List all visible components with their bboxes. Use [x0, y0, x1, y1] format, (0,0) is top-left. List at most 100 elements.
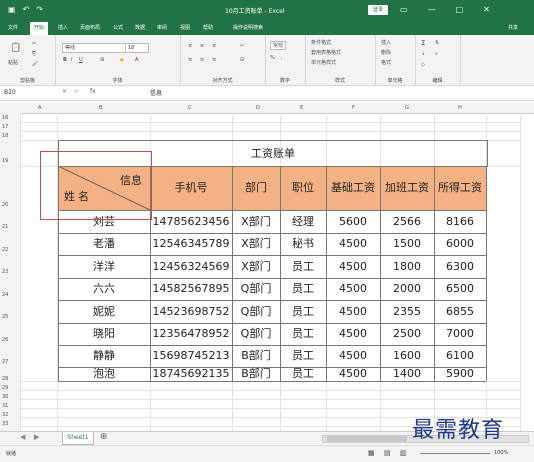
tab-review[interactable]: 审阅: [157, 24, 167, 31]
cell-phone[interactable]: 14785623456: [150, 210, 232, 233]
row-header[interactable]: 26: [2, 337, 8, 343]
cell-name[interactable]: 泡泡: [58, 367, 150, 381]
tell-me-search[interactable]: 操作说明搜索: [233, 24, 263, 31]
tab-formulas[interactable]: 公式: [113, 24, 123, 31]
cell-dept[interactable]: B部门: [232, 367, 280, 381]
insert-cells-button[interactable]: 插入: [381, 39, 391, 46]
cell-dept[interactable]: Q部门: [232, 278, 280, 300]
enter-icon[interactable]: ✓: [74, 88, 79, 95]
normal-view-icon[interactable]: ▦: [368, 449, 375, 457]
col-header-h[interactable]: H: [458, 105, 462, 111]
cell-phone[interactable]: 12456324569: [150, 255, 232, 278]
cell-dept[interactable]: B部门: [232, 345, 280, 367]
redo-icon[interactable]: ↷: [36, 5, 43, 14]
cell-position[interactable]: 员工: [280, 323, 326, 345]
comma-icon[interactable]: ,: [281, 55, 283, 61]
align-middle-icon[interactable]: ≡: [200, 43, 204, 49]
col-header-g[interactable]: G: [405, 105, 409, 111]
cell-styles-button[interactable]: 单元格样式: [311, 59, 336, 66]
zoom-level[interactable]: 100%: [494, 450, 508, 456]
cancel-icon[interactable]: ✕: [62, 88, 67, 95]
cell-base-salary[interactable]: 4500: [326, 255, 380, 278]
cell-overtime[interactable]: 2500: [380, 323, 434, 345]
cell-dept[interactable]: X部门: [232, 210, 280, 233]
minimize-icon[interactable]: —: [428, 5, 436, 14]
cell-position[interactable]: 员工: [280, 255, 326, 278]
cell-base-salary[interactable]: 4500: [326, 323, 380, 345]
row-header[interactable]: 28: [2, 376, 8, 382]
border-icon[interactable]: ⊞: [100, 57, 104, 63]
number-format-select[interactable]: 常规: [270, 41, 287, 50]
align-left-icon[interactable]: ≡: [188, 57, 192, 63]
align-bottom-icon[interactable]: ≡: [212, 43, 216, 49]
header-total[interactable]: 所得工资: [434, 166, 486, 210]
header-overtime[interactable]: 加班工资: [380, 166, 434, 210]
format-as-table-button[interactable]: 套用表格格式: [311, 49, 341, 56]
italic-button[interactable]: I: [71, 57, 72, 63]
cell-dept[interactable]: X部门: [232, 233, 280, 255]
conditional-format-button[interactable]: 条件格式: [311, 39, 331, 46]
formula-input[interactable]: 信息: [150, 88, 162, 97]
page-layout-view-icon[interactable]: ▤: [384, 449, 391, 457]
paste-label[interactable]: 粘贴: [8, 59, 18, 66]
cell-phone[interactable]: 12356478952: [150, 323, 232, 345]
cut-icon[interactable]: ✂: [32, 41, 36, 47]
tab-help[interactable]: 帮助: [203, 24, 213, 31]
cell-phone[interactable]: 15698745213: [150, 345, 232, 367]
row-header[interactable]: 22: [2, 247, 8, 253]
merge-center-icon[interactable]: ⊟: [240, 57, 244, 63]
header-phone[interactable]: 手机号: [150, 166, 232, 210]
cell-total[interactable]: 8166: [434, 210, 486, 233]
cell-base-salary[interactable]: 4500: [326, 233, 380, 255]
row-header[interactable]: 23: [2, 269, 8, 275]
row-header[interactable]: 32: [2, 412, 8, 418]
row-header[interactable]: 16: [2, 115, 8, 121]
cell-total[interactable]: 6000: [434, 233, 486, 255]
font-size-select[interactable]: 18: [125, 43, 149, 53]
find-icon[interactable]: ⌕: [435, 51, 438, 57]
col-header-f[interactable]: F: [352, 105, 355, 111]
cell-overtime[interactable]: 2355: [380, 300, 434, 323]
scrollbar-thumb[interactable]: [327, 436, 407, 442]
cell-phone[interactable]: 14523698752: [150, 300, 232, 323]
cell-position[interactable]: 员工: [280, 345, 326, 367]
cell-name[interactable]: 洋洋: [58, 255, 150, 278]
row-header[interactable]: 24: [2, 292, 8, 298]
share-button[interactable]: 共享: [508, 24, 518, 31]
cell-position[interactable]: 秘书: [280, 233, 326, 255]
cell-position[interactable]: 员工: [280, 300, 326, 323]
fx-icon[interactable]: fx: [90, 88, 96, 95]
sheet-tab-sheet1[interactable]: Sheet1: [62, 432, 94, 445]
paste-icon[interactable]: 📋: [10, 43, 21, 53]
fill-icon[interactable]: ↓: [421, 51, 425, 57]
cell-name[interactable]: 晓阳: [58, 323, 150, 345]
row-header[interactable]: 31: [2, 403, 8, 409]
cell-total[interactable]: 6855: [434, 300, 486, 323]
tab-insert[interactable]: 插入: [58, 24, 68, 31]
wrap-text-icon[interactable]: ↵: [240, 43, 244, 49]
cell-total[interactable]: 6500: [434, 278, 486, 300]
clear-icon[interactable]: ◇: [421, 62, 425, 68]
ribbon-display-icon[interactable]: ▭: [400, 5, 408, 14]
maximize-icon[interactable]: □: [456, 5, 464, 14]
name-box[interactable]: B20: [4, 88, 59, 97]
tab-file[interactable]: 文件: [8, 24, 18, 31]
cell-total[interactable]: 6100: [434, 345, 486, 367]
cell-base-salary[interactable]: 4500: [326, 345, 380, 367]
cell-name[interactable]: 六六: [58, 278, 150, 300]
row-header[interactable]: 20: [2, 202, 8, 208]
font-color-icon[interactable]: A: [135, 57, 138, 63]
row-header[interactable]: 18: [2, 133, 8, 139]
cell-base-salary[interactable]: 4500: [326, 367, 380, 381]
row-header[interactable]: 21: [2, 224, 8, 230]
format-cells-button[interactable]: 格式: [381, 59, 391, 66]
cell-total[interactable]: 7000: [434, 323, 486, 345]
tab-home[interactable]: 开始: [30, 22, 49, 35]
cell-total[interactable]: 5900: [434, 367, 486, 381]
cell-overtime[interactable]: 1400: [380, 367, 434, 381]
cell-dept[interactable]: Q部门: [232, 323, 280, 345]
row-header[interactable]: 29: [2, 385, 8, 391]
row-header[interactable]: 25: [2, 314, 8, 320]
cell-position[interactable]: 经理: [280, 210, 326, 233]
sort-filter-icon[interactable]: ⇅: [435, 40, 439, 46]
